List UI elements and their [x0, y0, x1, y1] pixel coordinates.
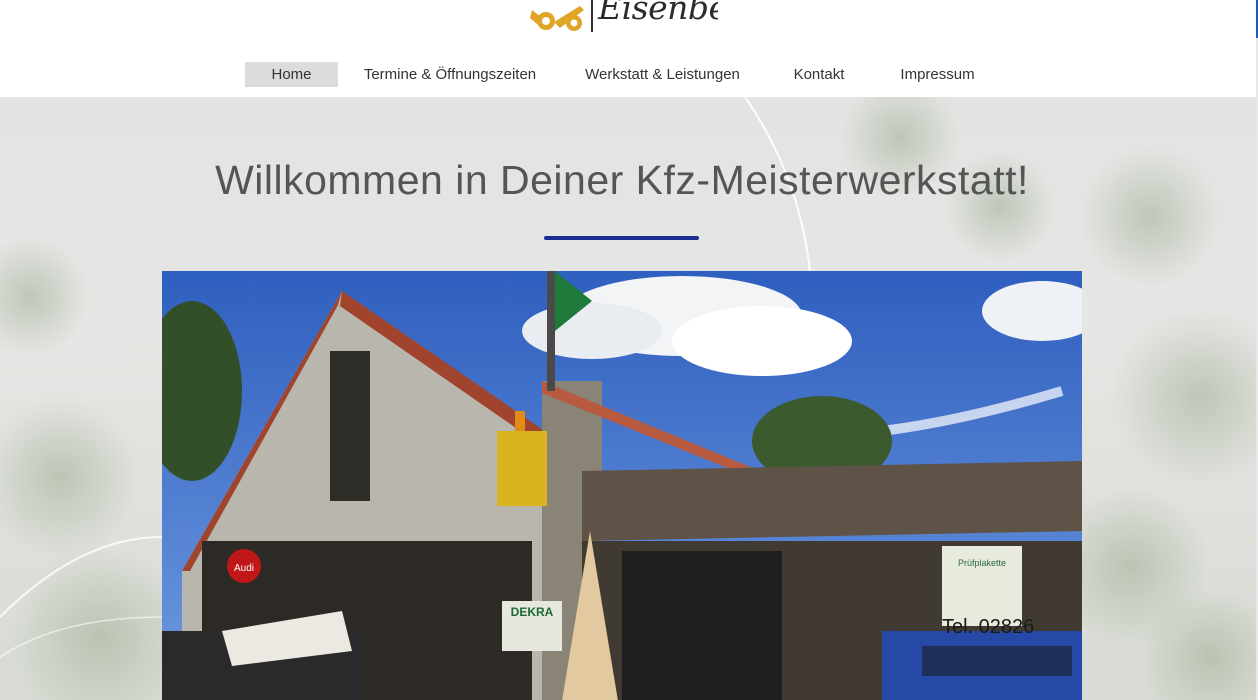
title-divider: [544, 236, 699, 240]
site-header: Eisenberger Home Termine & Öffnungszeite…: [0, 0, 1256, 97]
logo-text: Eisenberger: [598, 0, 718, 27]
nav-item-termine[interactable]: Termine & Öffnungszeiten: [355, 62, 545, 87]
logo[interactable]: Eisenberger: [528, 0, 718, 36]
hero-section: Willkommen in Deiner Kfz-Meisterwerkstat…: [0, 97, 1256, 700]
workshop-photo-illustration: Audi DEKRA Prüfplakette Tel. 02826: [162, 271, 1082, 700]
logo-separator: [591, 0, 593, 32]
plakette-sign-text: Prüfplakette: [958, 558, 1006, 568]
audi-sign-text: Audi: [234, 563, 254, 574]
main-navigation: Home Termine & Öffnungszeiten Werkstatt …: [0, 62, 1256, 87]
wrench-logo-icon: [530, 6, 584, 31]
phone-sign-text: Tel. 02826: [942, 616, 1034, 638]
nav-item-impressum[interactable]: Impressum: [890, 62, 985, 87]
dekra-sign-text: DEKRA: [511, 605, 554, 619]
page-title: Willkommen in Deiner Kfz-Meisterwerkstat…: [215, 157, 1029, 203]
workshop-photo: Audi DEKRA Prüfplakette Tel. 02826: [162, 271, 1082, 700]
nav-item-werkstatt[interactable]: Werkstatt & Leistungen: [575, 62, 750, 87]
nav-item-home[interactable]: Home: [245, 62, 338, 87]
nav-item-kontakt[interactable]: Kontakt: [780, 62, 858, 87]
